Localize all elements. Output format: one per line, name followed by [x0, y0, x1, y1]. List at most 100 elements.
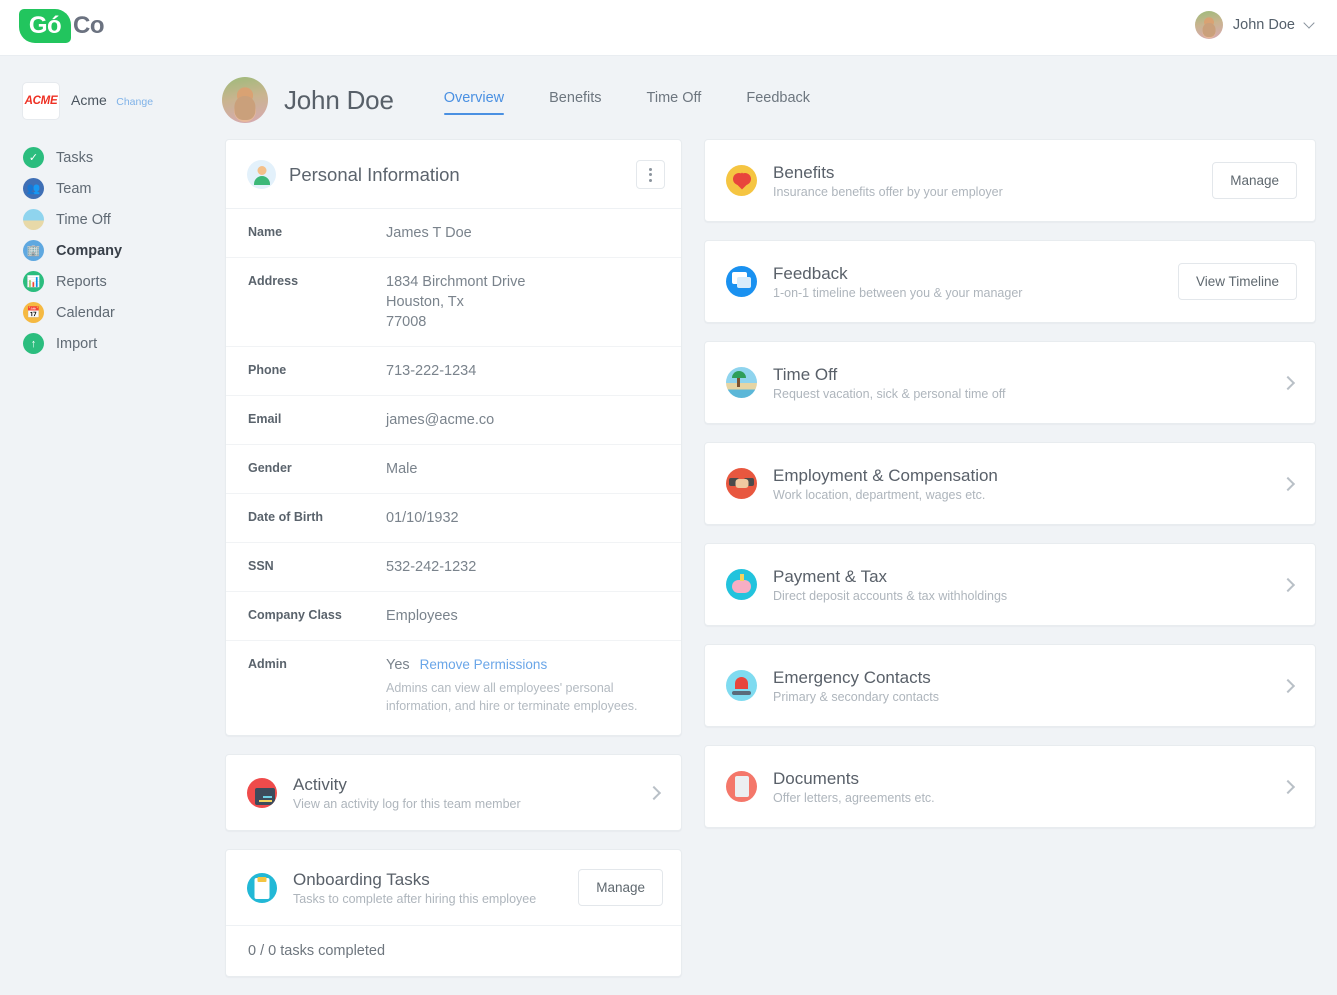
field-value: 713-222-1234 [386, 361, 476, 381]
document-icon [726, 771, 757, 802]
remove-permissions-link[interactable]: Remove Permissions [420, 655, 548, 675]
admin-note: Admins can view all employees' personal … [386, 679, 665, 715]
chevron-right-icon[interactable] [1281, 476, 1295, 490]
sidebar-item-calendar[interactable]: 📅 Calendar [0, 297, 208, 328]
field-label: Admin [248, 655, 386, 715]
onboarding-tasks-card: Onboarding Tasks Tasks to complete after… [225, 849, 682, 977]
acme-logo: ACME [22, 82, 60, 120]
time-off-card-text: Time Off Request vacation, sick & person… [773, 364, 1283, 401]
field-label: Company Class [248, 606, 386, 626]
card-subtitle: 1-on-1 timeline between you & your manag… [773, 286, 1178, 300]
chevron-down-icon [1303, 17, 1314, 28]
card-subtitle: Insurance benefits offer by your employe… [773, 185, 1212, 199]
card-subtitle: Request vacation, sick & personal time o… [773, 387, 1283, 401]
field-value: 532-242-1232 [386, 557, 476, 577]
company-change-link[interactable]: Change [116, 96, 153, 108]
field-row-gender: Gender Male [226, 445, 681, 494]
field-value: Employees [386, 606, 458, 626]
building-icon: 🏢 [23, 240, 44, 261]
documents-row[interactable]: Documents Offer letters, agreements etc. [705, 746, 1315, 827]
activity-card[interactable]: Activity View an activity log for this t… [225, 754, 682, 831]
card-subtitle: Work location, department, wages etc. [773, 488, 1283, 502]
emergency-contacts-card[interactable]: Emergency Contacts Primary & secondary c… [704, 644, 1316, 727]
field-label: Name [248, 223, 386, 243]
kebab-menu-icon[interactable] [636, 160, 665, 189]
goco-logo[interactable]: Gó Co [19, 9, 104, 43]
sidebar-item-reports[interactable]: 📊 Reports [0, 266, 208, 297]
field-value: james@acme.co [386, 410, 494, 430]
employment-compensation-row[interactable]: Employment & Compensation Work location,… [705, 443, 1315, 524]
employment-compensation-card[interactable]: Employment & Compensation Work location,… [704, 442, 1316, 525]
company-switcher[interactable]: ACME Acme Change [0, 56, 208, 120]
feedback-card[interactable]: Feedback 1-on-1 timeline between you & y… [704, 240, 1316, 323]
field-label: SSN [248, 557, 386, 577]
chevron-right-icon[interactable] [1281, 375, 1295, 389]
feedback-card-row[interactable]: Feedback 1-on-1 timeline between you & y… [705, 241, 1315, 322]
feedback-view-timeline-button[interactable]: View Timeline [1178, 263, 1297, 300]
page-title: John Doe [284, 85, 394, 116]
field-row-email: Email james@acme.co [226, 396, 681, 445]
payment-tax-row[interactable]: Payment & Tax Direct deposit accounts & … [705, 544, 1315, 625]
benefits-card[interactable]: Benefits Insurance benefits offer by you… [704, 139, 1316, 222]
card-title: Documents [773, 768, 1283, 790]
tab-feedback[interactable]: Feedback [746, 86, 810, 115]
benefits-card-row[interactable]: Benefits Insurance benefits offer by you… [705, 140, 1315, 221]
emergency-contacts-row[interactable]: Emergency Contacts Primary & secondary c… [705, 645, 1315, 726]
field-row-phone: Phone 713-222-1234 [226, 347, 681, 396]
field-row-company-class: Company Class Employees [226, 592, 681, 641]
sidebar-item-company[interactable]: 🏢 Company [0, 235, 208, 266]
field-row-name: Name James T Doe [226, 209, 681, 258]
tab-time-off[interactable]: Time Off [647, 86, 702, 115]
activity-log-icon [247, 778, 277, 808]
profile-header: John Doe Overview Benefits Time Off Feed… [208, 56, 1337, 123]
emergency-contacts-text: Emergency Contacts Primary & secondary c… [773, 667, 1283, 704]
sidebar-item-label: Calendar [56, 305, 115, 321]
chevron-right-icon[interactable] [1281, 577, 1295, 591]
card-subtitle: Direct deposit accounts & tax withholdin… [773, 589, 1283, 603]
address-line-2: Houston, Tx [386, 292, 525, 312]
time-off-card[interactable]: Time Off Request vacation, sick & person… [704, 341, 1316, 424]
tab-overview[interactable]: Overview [444, 86, 504, 115]
beach-icon [23, 209, 44, 230]
chat-icon [726, 266, 757, 297]
onboarding-manage-button[interactable]: Manage [578, 869, 663, 906]
sidebar-item-label: Reports [56, 274, 107, 290]
beach-icon [726, 367, 757, 398]
siren-icon [726, 670, 757, 701]
field-value: 1834 Birchmont Drive Houston, Tx 77008 [386, 272, 525, 332]
tab-benefits[interactable]: Benefits [549, 86, 601, 115]
chevron-right-icon[interactable] [1281, 678, 1295, 692]
documents-card[interactable]: Documents Offer letters, agreements etc. [704, 745, 1316, 828]
activity-card-row[interactable]: Activity View an activity log for this t… [226, 755, 681, 830]
payment-tax-card[interactable]: Payment & Tax Direct deposit accounts & … [704, 543, 1316, 626]
card-subtitle: View an activity log for this team membe… [293, 797, 649, 811]
right-column: Benefits Insurance benefits offer by you… [704, 139, 1316, 995]
chevron-right-icon[interactable] [647, 785, 661, 799]
card-title: Feedback [773, 263, 1178, 285]
benefits-manage-button[interactable]: Manage [1212, 162, 1297, 199]
card-title: Emergency Contacts [773, 667, 1283, 689]
report-icon: 📊 [23, 271, 44, 292]
chevron-right-icon[interactable] [1281, 779, 1295, 793]
sidebar-item-team[interactable]: 👥 Team [0, 173, 208, 204]
field-value: James T Doe [386, 223, 472, 243]
field-row-address: Address 1834 Birchmont Drive Houston, Tx… [226, 258, 681, 347]
sidebar-item-time-off[interactable]: Time Off [0, 204, 208, 235]
admin-value: Yes [386, 655, 410, 675]
time-off-card-row[interactable]: Time Off Request vacation, sick & person… [705, 342, 1315, 423]
sidebar-item-label: Team [56, 181, 91, 197]
people-icon: 👥 [23, 178, 44, 199]
field-value: Male [386, 459, 417, 479]
card-subtitle: Primary & secondary contacts [773, 690, 1283, 704]
handshake-icon [726, 468, 757, 499]
sidebar-item-import[interactable]: ↑ Import [0, 328, 208, 359]
activity-card-text: Activity View an activity log for this t… [293, 774, 649, 811]
onboarding-tasks-row[interactable]: Onboarding Tasks Tasks to complete after… [226, 850, 681, 925]
user-menu[interactable]: John Doe [1195, 11, 1313, 39]
sidebar-item-tasks[interactable]: ✓ Tasks [0, 142, 208, 173]
feedback-card-text: Feedback 1-on-1 timeline between you & y… [773, 263, 1178, 300]
heart-icon [726, 165, 757, 196]
address-line-1: 1834 Birchmont Drive [386, 272, 525, 292]
field-value: 01/10/1932 [386, 508, 459, 528]
top-bar: Gó Co John Doe [0, 0, 1337, 56]
